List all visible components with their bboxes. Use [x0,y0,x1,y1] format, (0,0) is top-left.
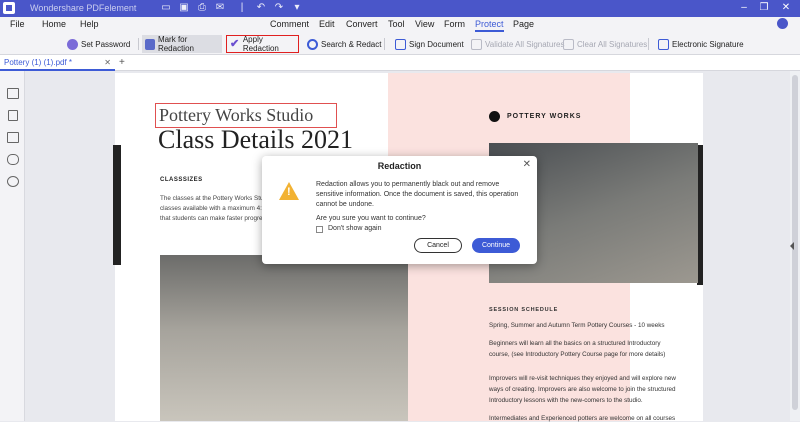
clear-icon [563,38,574,50]
menu-view[interactable]: View [415,19,434,29]
cancel-button[interactable]: Cancel [414,238,462,253]
thumbnails-icon[interactable] [7,88,19,99]
menu-protect[interactable]: Protect [475,19,504,32]
dialog-title: Redaction [377,161,422,171]
right-text-line: Introductory lessons with the new-comers… [489,397,643,404]
search-icon[interactable] [7,176,19,187]
email-icon[interactable]: ✉ [214,2,226,14]
apply-redaction-button[interactable]: ✔ Apply Redaction [226,35,299,53]
electronic-signature-icon [658,38,669,50]
class-sizes-heading: CLASSSIZES [160,177,203,183]
app-logo-icon [3,2,15,14]
left-text-line: classes available with a maximum 4:1 ra [160,205,273,212]
menu-tool[interactable]: Tool [388,19,405,29]
redaction-dialog: Redaction ✕ Redaction allows you to perm… [262,156,537,264]
dialog-message-line: cannot be undone. [316,201,374,208]
restore-icon[interactable]: ❐ [757,2,771,14]
left-text-line: that students can make faster progress [160,215,269,222]
left-text-line: The classes at the Pottery Works Studi [160,195,269,202]
menu-form[interactable]: Form [444,19,465,29]
set-password-button[interactable]: Set Password [64,35,133,53]
expand-right-panel-icon[interactable] [790,242,794,250]
undo-icon[interactable]: ↶ [255,2,267,14]
folder-icon[interactable]: ▭ [160,2,172,14]
document-tab[interactable]: Pottery (1) (1).pdf * ✕ [0,55,115,71]
right-text-line: ways of creating. Improvers are also wel… [489,386,676,393]
divider [384,38,385,50]
warning-icon [279,182,299,200]
brand-name: POTTERY WORKS [507,113,582,120]
dialog-question: Are you sure you want to continue? [316,215,426,222]
validate-signatures-button[interactable]: Validate All Signatures [468,35,567,53]
search-redact-button[interactable]: Search & Redact [304,35,384,53]
comment-icon[interactable] [7,132,19,143]
print-icon[interactable]: ⎙ [196,2,208,14]
menu-bar: File Home Help Comment Edit Convert Tool… [0,17,800,33]
dialog-message-line: Redaction allows you to permanently blac… [316,181,500,188]
close-icon[interactable]: ✕ [779,2,793,14]
right-text-line: course, (see Introductory Pottery Course… [489,351,666,358]
save-icon[interactable]: ▣ [178,2,190,14]
clear-signatures-button[interactable]: Clear All Signatures [560,35,650,53]
sign-document-button[interactable]: Sign Document [392,35,467,53]
menu-edit[interactable]: Edit [319,19,335,29]
left-sidebar [0,71,31,421]
page-decor-bar-left [113,145,121,265]
dont-show-again-label[interactable]: Don't show again [328,225,381,232]
menu-comment[interactable]: Comment [270,19,309,29]
dialog-message-line: sensitive information. Once the document… [316,191,519,198]
dropdown-icon[interactable]: ▾ [291,2,303,14]
divider [648,38,649,50]
pottery-wheel-photo [160,255,408,421]
add-tab-button[interactable]: + [119,57,125,68]
sign-document-icon [395,38,406,50]
validate-icon [471,38,482,50]
session-heading: SESSION SCHEDULE [489,307,559,313]
pottery-works-logo-icon [489,111,500,122]
right-text-line: Beginners will learn all the basics on a… [489,340,661,347]
protect-toolbar: Set Password Mark for Redaction ✔ Apply … [0,33,800,55]
mark-redaction-icon [145,38,155,50]
close-tab-icon[interactable]: ✕ [104,58,111,67]
menu-help[interactable]: Help [80,19,99,29]
menu-convert[interactable]: Convert [346,19,378,29]
menu-file[interactable]: File [10,19,25,29]
check-icon: ✔ [230,37,240,50]
title-bar: Wondershare PDFelement ▭ ▣ ⎙ ✉ | ↶ ↷ ▾ –… [0,0,800,17]
search-icon [307,38,318,50]
mark-for-redaction-button[interactable]: Mark for Redaction [142,35,222,53]
close-icon[interactable]: ✕ [523,159,531,170]
app-name: Wondershare PDFelement [30,3,137,13]
document-tab-bar: Pottery (1) (1).pdf * ✕ + [0,55,800,71]
electronic-signature-button[interactable]: Electronic Signature [655,35,747,53]
minimize-icon[interactable]: – [737,2,751,14]
lock-icon [67,38,78,50]
right-text-line: Spring, Summer and Autumn Term Pottery C… [489,322,665,329]
menu-home[interactable]: Home [42,19,66,29]
divider: | [240,2,244,13]
continue-button[interactable]: Continue [472,238,520,253]
document-title: Class Details 2021 [158,125,353,154]
user-avatar-icon[interactable] [777,18,788,29]
redo-icon[interactable]: ↷ [273,2,285,14]
menu-page[interactable]: Page [513,19,534,29]
right-text-line: Improvers will re-visit techniques they … [489,375,676,382]
attachment-icon[interactable] [7,154,19,165]
dont-show-again-checkbox[interactable] [316,226,323,233]
divider [138,38,139,50]
bookmark-icon[interactable] [8,110,18,121]
